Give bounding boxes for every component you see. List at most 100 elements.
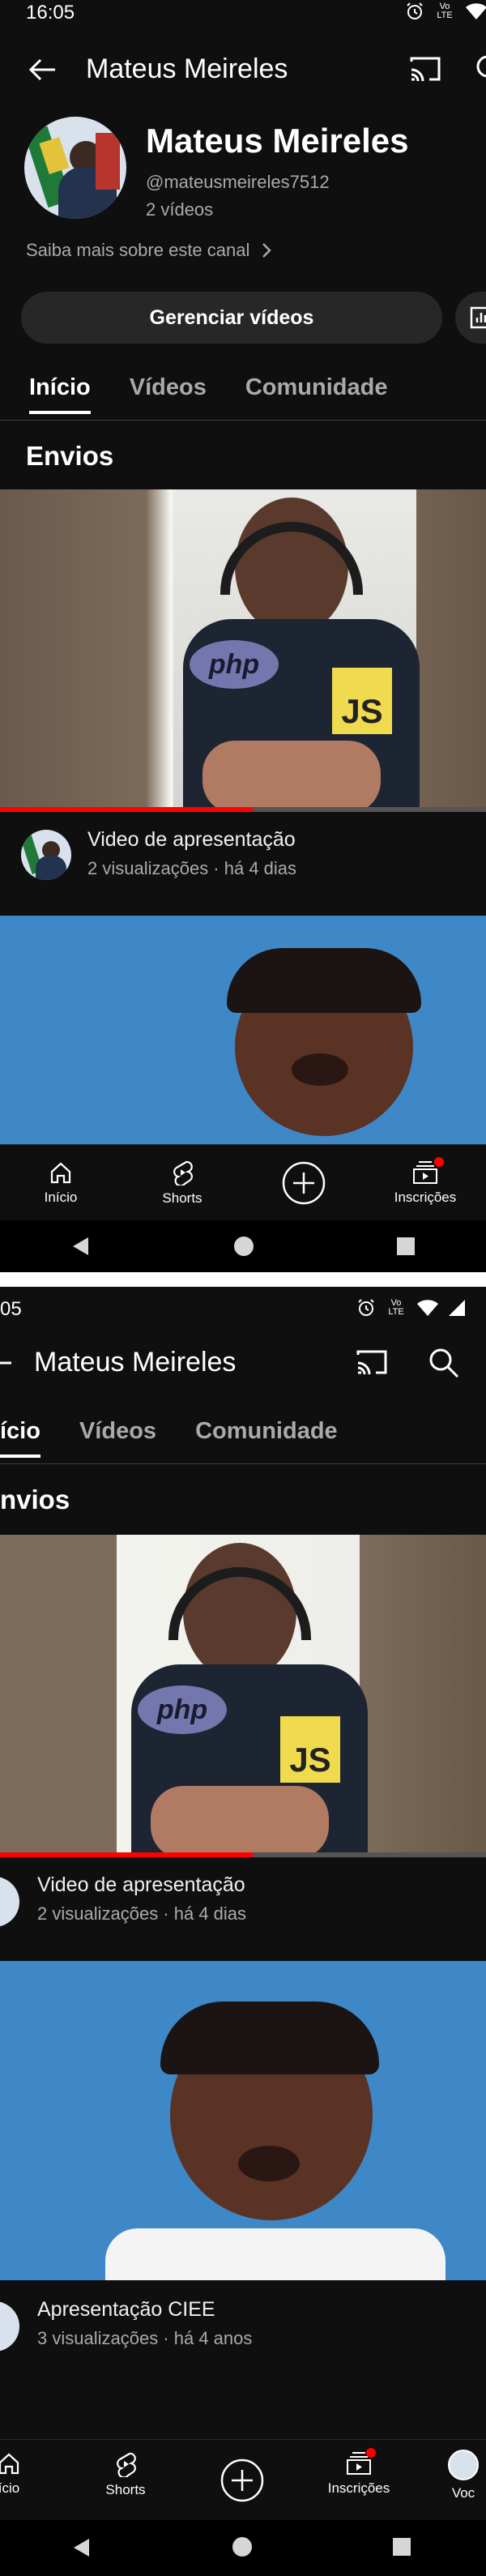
system-nav-bar xyxy=(0,2520,486,2576)
header-title: Mateus Meireles xyxy=(86,53,288,84)
tab-videos[interactable]: Vídeos xyxy=(130,374,207,414)
tab-inicio[interactable]: ício xyxy=(0,1418,40,1458)
back-arrow-icon[interactable] xyxy=(26,53,58,86)
nav-create[interactable] xyxy=(198,2458,287,2503)
channel-tabs: Início Vídeos Comunidade xyxy=(29,374,387,414)
create-plus-icon xyxy=(282,1161,326,1204)
section-title: nvios xyxy=(0,1485,70,1514)
system-nav-bar xyxy=(0,1220,486,1272)
wifi-icon xyxy=(466,3,486,19)
nav-you-label: Voc xyxy=(451,2485,475,2501)
js-logo: JS xyxy=(280,1716,340,1783)
home-circle-icon[interactable] xyxy=(233,1236,254,1257)
nav-create[interactable] xyxy=(259,1160,348,1206)
status-icons: Vo LTE xyxy=(356,1298,467,1318)
php-logo: php xyxy=(138,1685,227,1734)
notification-badge xyxy=(366,2448,376,2458)
status-time: 16:05 xyxy=(26,2,75,23)
nav-you[interactable]: Voc xyxy=(431,2450,486,2501)
section-title: Envios xyxy=(26,441,114,471)
nav-home-label: Início xyxy=(44,1189,78,1205)
channel-name: Mateus Meireles xyxy=(146,122,409,160)
bottom-nav: Início Shorts Inscrições xyxy=(0,1144,486,1220)
network-badge: Vo LTE xyxy=(437,2,453,20)
signal-icon xyxy=(449,1300,465,1316)
alarm-icon xyxy=(407,2,423,19)
nav-home-label: ício xyxy=(0,2480,20,2496)
cast-icon[interactable] xyxy=(355,1347,389,1378)
nav-subscriptions-label: Inscrições xyxy=(327,2480,390,2496)
channel-avatar[interactable] xyxy=(24,117,126,219)
recents-square-icon[interactable] xyxy=(392,2537,411,2557)
tab-inicio[interactable]: Início xyxy=(29,374,91,414)
analytics-icon xyxy=(470,306,486,329)
status-icons: Vo LTE xyxy=(405,2,486,21)
notification-badge xyxy=(434,1156,444,1167)
recents-square-icon[interactable] xyxy=(396,1237,416,1256)
cast-icon[interactable] xyxy=(408,53,442,84)
video-title: Video de apresentação xyxy=(87,828,296,851)
video-progress-track xyxy=(0,807,486,812)
wifi-icon xyxy=(417,1300,438,1316)
nav-shorts-label: Shorts xyxy=(105,2482,146,2497)
shorts-icon xyxy=(117,2452,136,2477)
video-channel-avatar[interactable] xyxy=(0,2301,19,2352)
video-thumbnail[interactable]: php JS xyxy=(0,1535,486,1854)
video-progress-fill xyxy=(0,1852,253,1857)
nav-subscriptions[interactable]: Inscrições xyxy=(381,1156,470,1206)
nav-shorts-label: Shorts xyxy=(162,1190,202,1206)
network-badge: Vo LTE xyxy=(388,1298,404,1317)
home-icon xyxy=(0,2453,19,2475)
video-progress-fill xyxy=(0,807,253,812)
search-icon[interactable] xyxy=(428,1347,460,1379)
home-circle-icon[interactable] xyxy=(232,2536,253,2557)
nav-shorts[interactable]: Shorts xyxy=(138,1160,227,1207)
analytics-button[interactable] xyxy=(455,292,486,344)
manage-videos-label: Gerenciar vídeos xyxy=(149,305,314,329)
video-progress-track xyxy=(0,1852,486,1857)
shorts-icon xyxy=(173,1160,193,1185)
alarm-icon xyxy=(358,1299,374,1316)
about-channel-label: Saiba mais sobre este canal xyxy=(26,240,250,260)
nav-subscriptions-label: Inscrições xyxy=(394,1189,457,1205)
video-channel-avatar[interactable] xyxy=(21,830,71,880)
video-thumbnail[interactable] xyxy=(0,916,486,1144)
status-time: 05 xyxy=(0,1298,22,1320)
video-info[interactable]: Video de apresentação 2 visualizações · … xyxy=(87,828,296,879)
video-title: Apresentação CIEE xyxy=(37,2298,215,2321)
nav-shorts[interactable]: Shorts xyxy=(81,2451,170,2498)
chevron-right-icon xyxy=(262,243,272,258)
channel-video-count: 2 vídeos xyxy=(146,199,214,220)
tab-comunidade[interactable]: Comunidade xyxy=(195,1418,338,1458)
js-logo: JS xyxy=(332,668,392,734)
tabs-divider xyxy=(0,420,486,421)
back-triangle-icon[interactable] xyxy=(71,2536,92,2559)
manage-videos-button[interactable]: Gerenciar vídeos xyxy=(21,292,442,344)
create-plus-icon xyxy=(220,2459,264,2502)
tab-videos[interactable]: Vídeos xyxy=(79,1418,156,1458)
video-meta: 3 visualizações · há 4 anos xyxy=(37,2328,253,2348)
video-info[interactable]: Video de apresentação 2 visualizações · … xyxy=(37,1873,246,1925)
video-channel-avatar[interactable] xyxy=(0,1877,19,1927)
about-channel-link[interactable]: Saiba mais sobre este canal xyxy=(26,240,272,261)
video-title: Video de apresentação xyxy=(37,1873,245,1896)
search-icon[interactable] xyxy=(475,53,486,86)
home-icon xyxy=(50,1162,71,1183)
back-arrow-icon[interactable] xyxy=(0,1347,15,1379)
bottom-nav: ício Shorts Inscrições Voc xyxy=(0,2439,486,2520)
screenshot-2: 05 Vo LTE Mateus Meireles ício Vídeos Co… xyxy=(0,1287,486,2576)
nav-subscriptions[interactable]: Inscrições xyxy=(314,2448,403,2497)
tab-comunidade[interactable]: Comunidade xyxy=(245,374,388,414)
nav-home[interactable]: Início xyxy=(16,1160,105,1206)
nav-home[interactable]: ício xyxy=(0,2451,53,2497)
channel-tabs: ício Vídeos Comunidade xyxy=(0,1418,338,1458)
channel-handle: @mateusmeireles7512 xyxy=(146,172,330,192)
back-triangle-icon[interactable] xyxy=(70,1235,92,1258)
video-thumbnail[interactable]: php JS xyxy=(0,489,486,809)
video-thumbnail[interactable] xyxy=(0,1961,486,2280)
header-title: Mateus Meireles xyxy=(34,1347,237,1378)
video-info[interactable]: Apresentação CIEE 3 visualizações · há 4… xyxy=(37,2298,252,2349)
tabs-divider xyxy=(0,1463,486,1464)
screenshot-1: 16:05 Vo LTE Mateus Meireles Mateus Meir… xyxy=(0,0,486,1272)
video-meta: 2 visualizações · há 4 dias xyxy=(37,1903,247,1924)
